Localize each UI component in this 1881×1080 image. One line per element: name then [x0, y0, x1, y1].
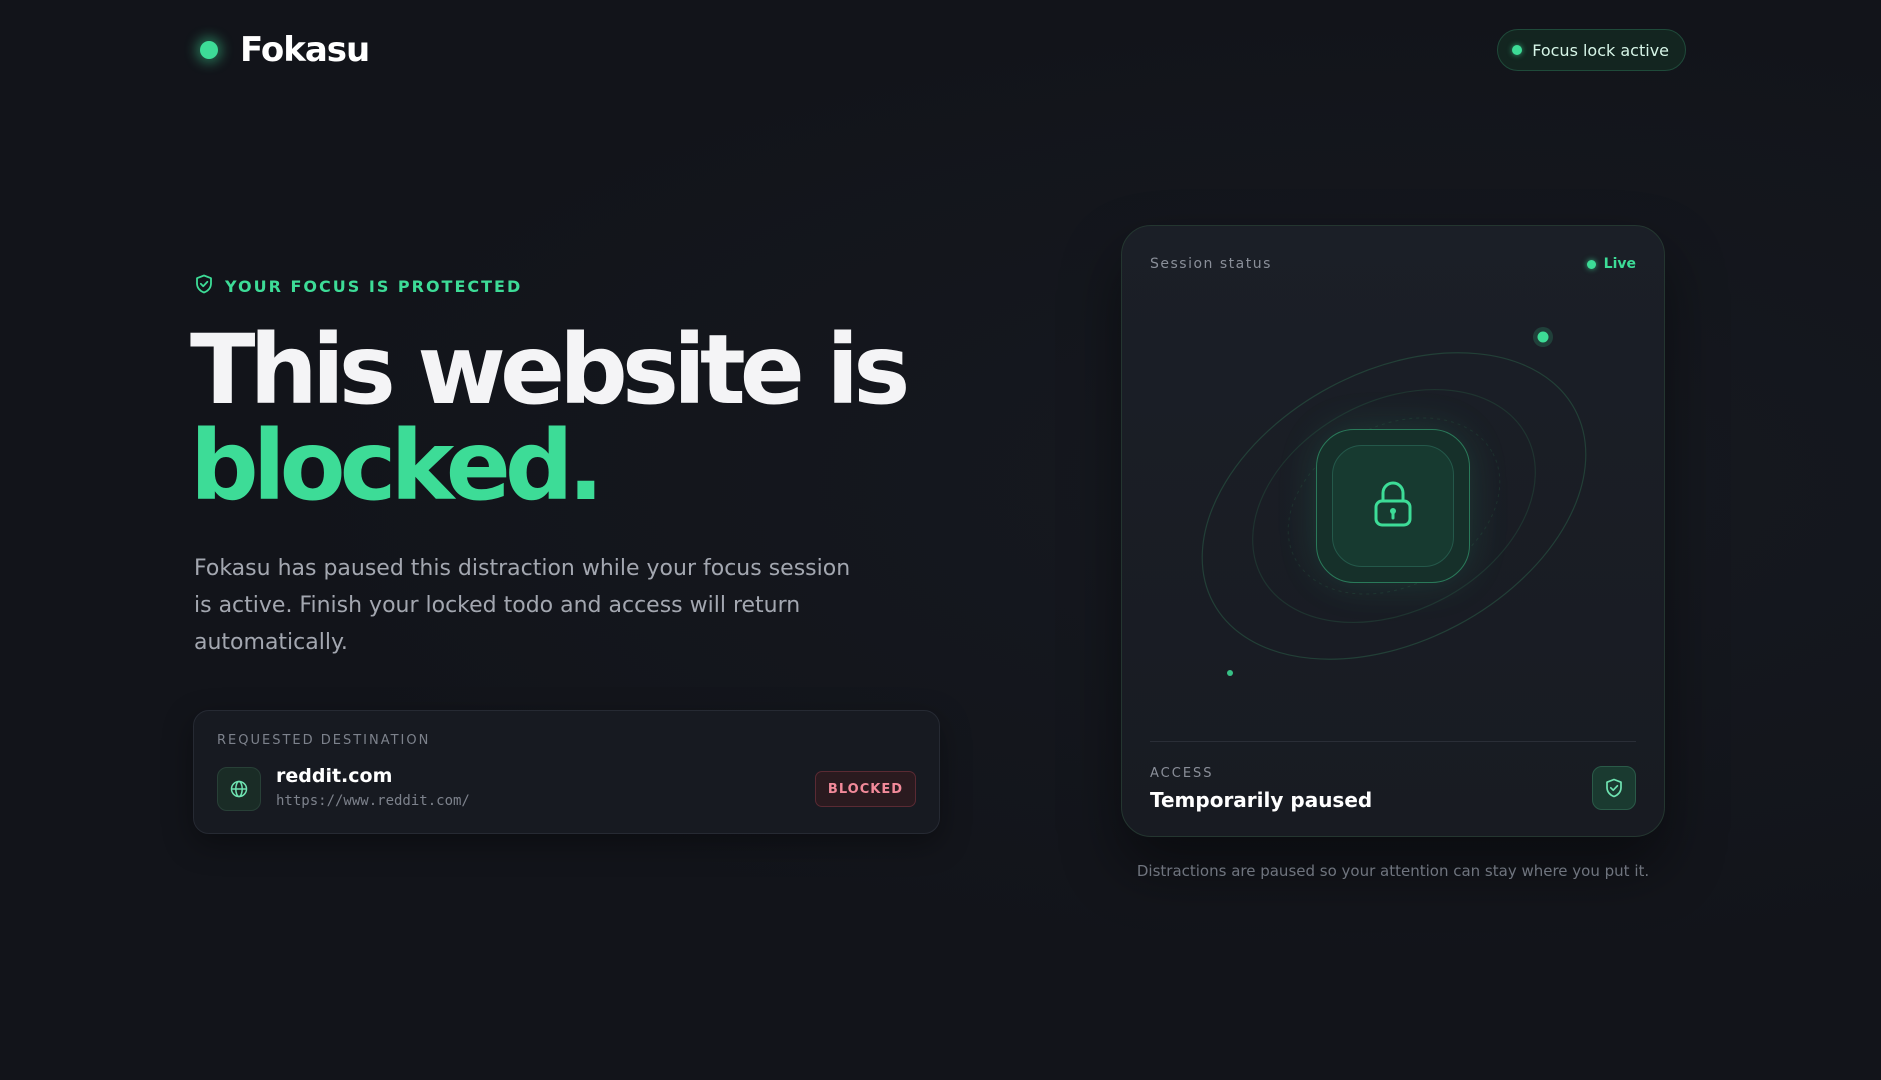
requested-destination-card: REQUESTED DESTINATION reddit.com https:/… — [193, 710, 940, 834]
blocked-badge: BLOCKED — [814, 771, 916, 807]
destination-domain: reddit.com — [276, 765, 393, 787]
brand-name: Fokasu — [240, 30, 370, 70]
eyebrow-text: YOUR FOCUS IS PROTECTED — [225, 276, 523, 296]
destination-label: REQUESTED DESTINATION — [217, 733, 431, 748]
headline-accent: blocked. — [190, 410, 604, 522]
page-description: Fokasu has paused this distraction while… — [194, 556, 851, 655]
orbit-dot-small — [1227, 670, 1233, 676]
page-title: This website is blocked. — [190, 314, 910, 522]
card-divider — [1150, 741, 1636, 742]
session-status-card: Session status Live ACCESS Temporarily p… — [1121, 225, 1665, 837]
lock-icon — [1371, 479, 1415, 533]
lock-badge — [1316, 429, 1470, 583]
headline-line1: This website is — [190, 314, 910, 426]
brand: Fokasu — [200, 28, 370, 72]
focus-lock-status-text: Focus lock active — [1532, 40, 1669, 60]
footnote: Distractions are paused so your attentio… — [1136, 862, 1650, 880]
brand-logo-dot — [200, 41, 218, 59]
shield-check-icon — [1592, 766, 1636, 810]
focus-lock-status-pill: Focus lock active — [1497, 29, 1686, 71]
blocked-page: Fokasu Focus lock active YOUR FOCUS IS P… — [0, 0, 1881, 1080]
access-value: Temporarily paused — [1150, 788, 1373, 812]
destination-url: https://www.reddit.com/ — [276, 793, 470, 809]
shield-check-icon — [195, 274, 213, 298]
status-dot-icon — [1512, 45, 1523, 55]
globe-icon — [217, 767, 261, 811]
protected-eyebrow: YOUR FOCUS IS PROTECTED — [195, 274, 522, 298]
access-label: ACCESS — [1150, 766, 1214, 781]
